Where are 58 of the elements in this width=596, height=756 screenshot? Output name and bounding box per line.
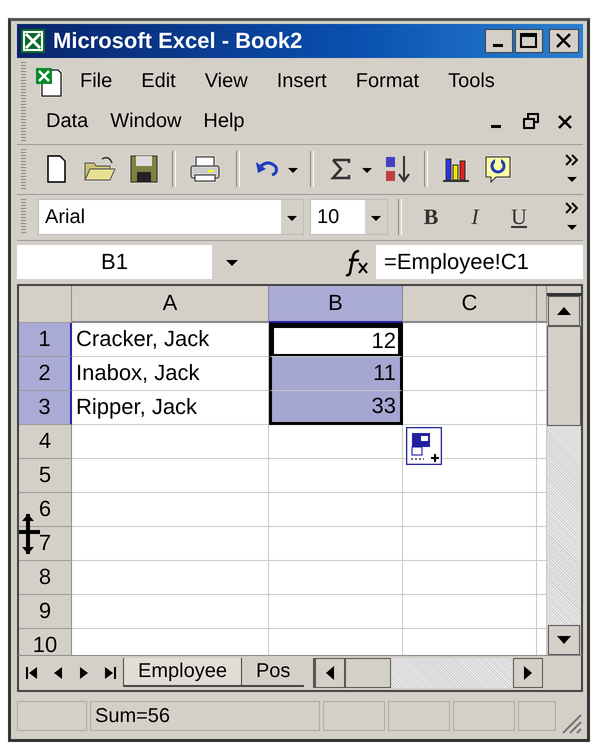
menu-item[interactable]: Window	[98, 108, 192, 135]
scroll-up-icon[interactable]	[547, 296, 581, 326]
column-header[interactable]: C	[403, 286, 537, 323]
scroll-left-icon[interactable]	[315, 658, 345, 688]
menu-item[interactable]: Data	[34, 108, 98, 135]
underline-button[interactable]: U	[500, 204, 538, 230]
scroll-down-icon[interactable]	[547, 625, 581, 656]
row-header[interactable]: 8	[19, 560, 72, 595]
toolbar-grip-icon[interactable]	[21, 199, 26, 236]
font-dropdown[interactable]: Arial	[38, 199, 304, 236]
italic-button[interactable]: I	[456, 204, 494, 230]
window-title: Microsoft Excel - Book2	[53, 28, 304, 54]
status-panel	[518, 701, 556, 732]
scroll-right-icon[interactable]	[513, 658, 543, 688]
scroll-thumb[interactable]	[345, 658, 391, 688]
table-cell: 12	[269, 322, 403, 357]
paste-options-icon[interactable]	[406, 426, 442, 465]
toolbar-grip-icon[interactable]	[21, 62, 26, 142]
menu-item[interactable]: Format	[340, 68, 432, 95]
column-header[interactable]: B	[269, 286, 403, 323]
menu-item[interactable]: File	[64, 68, 126, 95]
row-header[interactable]: 3	[19, 390, 72, 425]
restore-icon[interactable]	[521, 112, 541, 132]
sheet-tab[interactable]: Pos	[242, 658, 304, 688]
menu-item[interactable]: View	[188, 68, 261, 95]
formula-field[interactable]: =Employee!C1	[376, 244, 583, 279]
close-icon[interactable]	[549, 28, 579, 53]
maximize-icon[interactable]	[515, 28, 543, 53]
status-panel	[17, 701, 87, 732]
row-header[interactable]: 10	[19, 628, 72, 656]
row-header[interactable]: 5	[19, 458, 72, 493]
status-panel	[388, 701, 450, 732]
status-panel	[323, 701, 385, 732]
status-text: Sum=56	[90, 701, 320, 732]
toolbar-grip-icon[interactable]	[21, 149, 26, 190]
font-size-dropdown[interactable]: 10	[310, 199, 388, 236]
row-header[interactable]: 6	[19, 492, 72, 527]
name-box[interactable]: B1	[17, 244, 212, 279]
horizontal-scrollbar[interactable]	[313, 658, 543, 688]
bold-button[interactable]: B	[412, 204, 450, 230]
row-header[interactable]: 2	[19, 356, 72, 391]
table-cell: 11	[269, 356, 403, 391]
menu-item[interactable]: Help	[191, 108, 255, 135]
menu-item[interactable]: Tools	[432, 68, 508, 95]
row-header[interactable]: 9	[19, 594, 72, 629]
vertical-scrollbar[interactable]	[547, 286, 581, 656]
menu-item[interactable]: Insert	[260, 68, 340, 95]
row-header[interactable]: 1	[19, 322, 72, 357]
status-panel	[453, 701, 515, 732]
column-header[interactable]: A	[72, 286, 269, 323]
menu-item[interactable]: Edit	[125, 68, 189, 95]
table-cell: 33	[269, 390, 403, 425]
scroll-thumb[interactable]	[547, 326, 581, 426]
row-header[interactable]: 4	[19, 424, 72, 459]
spreadsheet-logo-icon	[21, 28, 45, 53]
workbook-icon[interactable]	[34, 66, 64, 96]
sheet-tab[interactable]: Employee	[123, 658, 242, 688]
minimize-icon[interactable]	[485, 28, 513, 53]
